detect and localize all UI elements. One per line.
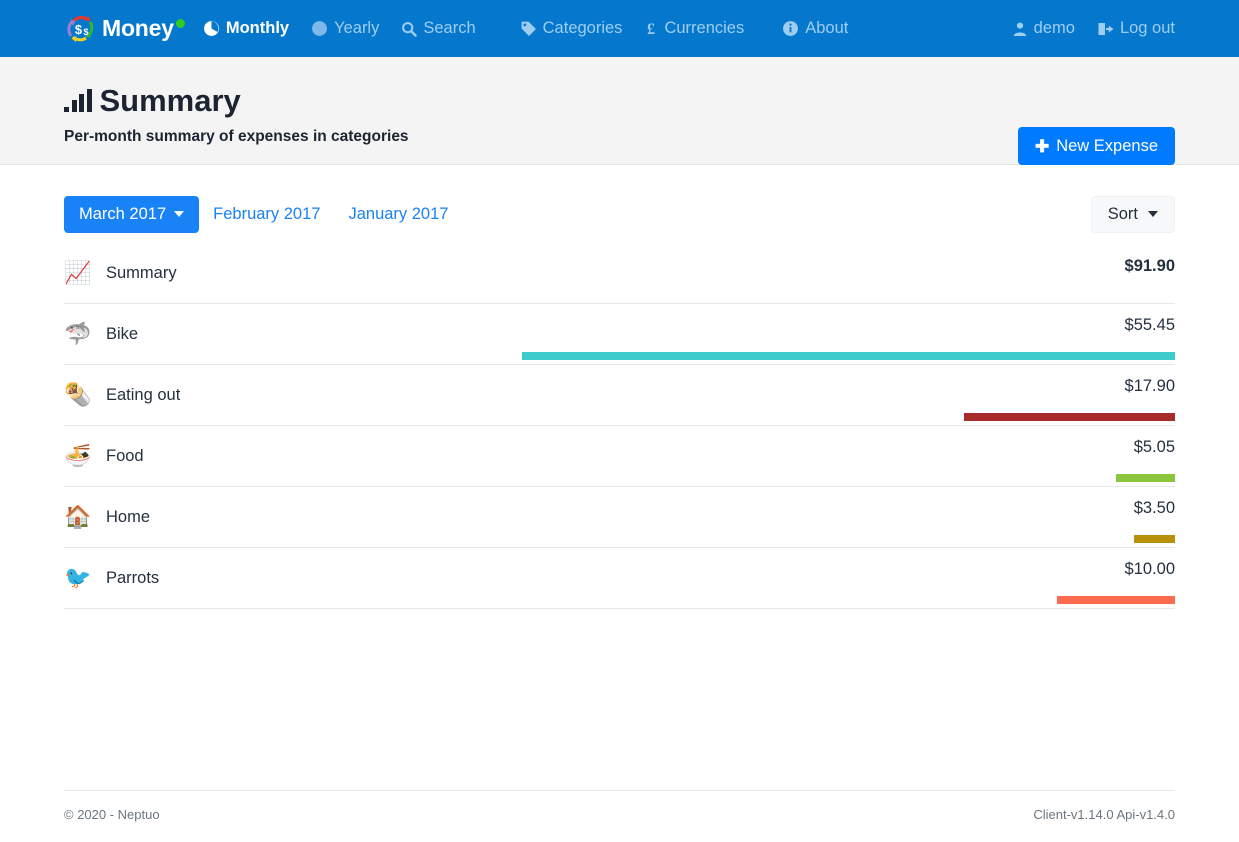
nav-item-monthly[interactable]: Monthly: [203, 13, 289, 44]
row-amount: $5.05: [1133, 438, 1175, 456]
row-name: 🦈 Bike: [64, 323, 138, 345]
new-expense-button[interactable]: ✚ New Expense: [1017, 127, 1175, 165]
brand-logo-link[interactable]: $ $ Money: [64, 12, 185, 46]
row-amount: $17.90: [1124, 377, 1175, 395]
row-label: Bike: [106, 324, 139, 343]
steaming-bowl-icon: 🍜: [64, 443, 92, 468]
page-header: Summary Per-month summary of expenses in…: [0, 57, 1239, 165]
nav-item-about[interactable]: About: [782, 13, 848, 44]
table-row[interactable]: 🦈 Bike $55.45: [64, 304, 1175, 365]
pie-chart-icon: [203, 20, 220, 37]
svg-text:$: $: [83, 27, 88, 37]
month-tab-selected[interactable]: March 2017: [64, 195, 200, 233]
month-toolbar: March 2017 February 2017 January 2017 So…: [64, 165, 1175, 239]
brand-status-dot: [175, 18, 185, 28]
currency-exchange-icon: $ $: [64, 12, 98, 46]
footer-version: Client-v1.14.0 Api-v1.4.0: [1033, 807, 1175, 822]
category-bar: [1116, 474, 1175, 482]
navbar-links: Monthly Yearly Search Categories £ Curre…: [203, 13, 1012, 44]
row-amount: $91.90: [1124, 257, 1175, 275]
footer-copyright: © 2020 - Neptuo: [64, 807, 160, 822]
row-name: 📈 Summary: [64, 260, 177, 285]
pound-icon: £: [644, 20, 658, 37]
row-amount: $10.00: [1124, 560, 1175, 578]
nav-label: demo: [1033, 19, 1075, 37]
plus-icon: ✚: [1034, 136, 1050, 156]
row-label: Home: [106, 507, 151, 526]
month-tab-february[interactable]: February 2017: [199, 196, 334, 233]
page-title-text: Summary: [99, 83, 241, 118]
nav-label: Currencies: [664, 19, 745, 37]
category-bar: [1134, 535, 1175, 543]
category-bar: [964, 413, 1175, 421]
row-label: Food: [106, 446, 144, 465]
table-row[interactable]: 🌯 Eating out $17.90: [64, 365, 1175, 426]
row-name: 🐦 Parrots: [64, 567, 159, 589]
page-footer: © 2020 - Neptuo Client-v1.14.0 Api-v1.4.…: [64, 790, 1175, 822]
row-amount: $3.50: [1133, 499, 1175, 517]
category-bar: [1057, 596, 1175, 604]
info-icon: [782, 20, 799, 37]
shark-icon: 🦈: [64, 321, 92, 346]
page-title: Summary: [64, 83, 1175, 118]
brand-title: Money: [102, 15, 174, 41]
nav-item-search[interactable]: Search: [401, 13, 476, 44]
month-tab-label: March 2017: [79, 204, 167, 223]
navbar-user-area: demo Log out: [1012, 13, 1175, 44]
nav-item-user[interactable]: demo: [1012, 13, 1075, 44]
bird-icon: 🐦: [64, 565, 92, 590]
tag-icon: [520, 20, 537, 37]
logout-icon: [1097, 21, 1114, 37]
row-name: 🌯 Eating out: [64, 384, 180, 406]
row-name: 🏠 Home: [64, 506, 150, 528]
nav-item-yearly[interactable]: Yearly: [311, 13, 379, 44]
row-label: Summary: [106, 263, 177, 282]
nav-label: About: [805, 19, 849, 37]
summary-total-row[interactable]: 📈 Summary $91.90: [64, 243, 1175, 304]
top-navbar: $ $ Money Monthly Yearly Search Categori…: [0, 0, 1239, 57]
page-subtitle: Per-month summary of expenses in categor…: [64, 127, 409, 145]
month-tab-january[interactable]: January 2017: [334, 196, 462, 233]
row-label: Eating out: [106, 385, 181, 404]
search-icon: [401, 21, 418, 37]
nav-label: Monthly: [225, 19, 290, 37]
nav-item-categories[interactable]: Categories: [520, 13, 623, 44]
chart-increasing-icon: 📈: [64, 260, 92, 285]
nav-item-currencies[interactable]: £ Currencies: [644, 13, 744, 44]
burrito-icon: 🌯: [64, 382, 92, 407]
nav-label: Categories: [542, 19, 623, 37]
row-label: Parrots: [106, 568, 160, 587]
table-row[interactable]: 🏠 Home $3.50: [64, 487, 1175, 548]
sort-label: Sort: [1107, 204, 1138, 223]
sort-button[interactable]: Sort: [1090, 195, 1175, 233]
svg-text:£: £: [647, 21, 655, 37]
svg-text:$: $: [75, 22, 83, 37]
chevron-down-icon: [174, 211, 185, 217]
nav-label: Yearly: [334, 19, 380, 37]
user-icon: [1012, 21, 1028, 37]
nav-label: Search: [423, 19, 476, 37]
category-bar: [522, 352, 1175, 360]
main-content: March 2017 February 2017 January 2017 So…: [0, 165, 1239, 609]
nav-label: Log out: [1119, 19, 1175, 37]
chevron-down-icon: [1148, 211, 1158, 217]
category-summary-list: 📈 Summary $91.90 🦈 Bike $55.45 🌯 Eating …: [64, 243, 1175, 609]
new-expense-label: New Expense: [1056, 136, 1158, 155]
table-row[interactable]: 🐦 Parrots $10.00: [64, 548, 1175, 609]
circle-icon: [311, 20, 328, 37]
house-icon: 🏠: [64, 504, 92, 529]
row-name: 🍜 Food: [64, 443, 144, 468]
nav-item-logout[interactable]: Log out: [1097, 13, 1175, 44]
row-amount: $55.45: [1124, 316, 1175, 334]
table-row[interactable]: 🍜 Food $5.05: [64, 426, 1175, 487]
app-page: $ $ Money Monthly Yearly Search Categori…: [0, 0, 1239, 842]
bar-chart-icon: [64, 88, 92, 114]
